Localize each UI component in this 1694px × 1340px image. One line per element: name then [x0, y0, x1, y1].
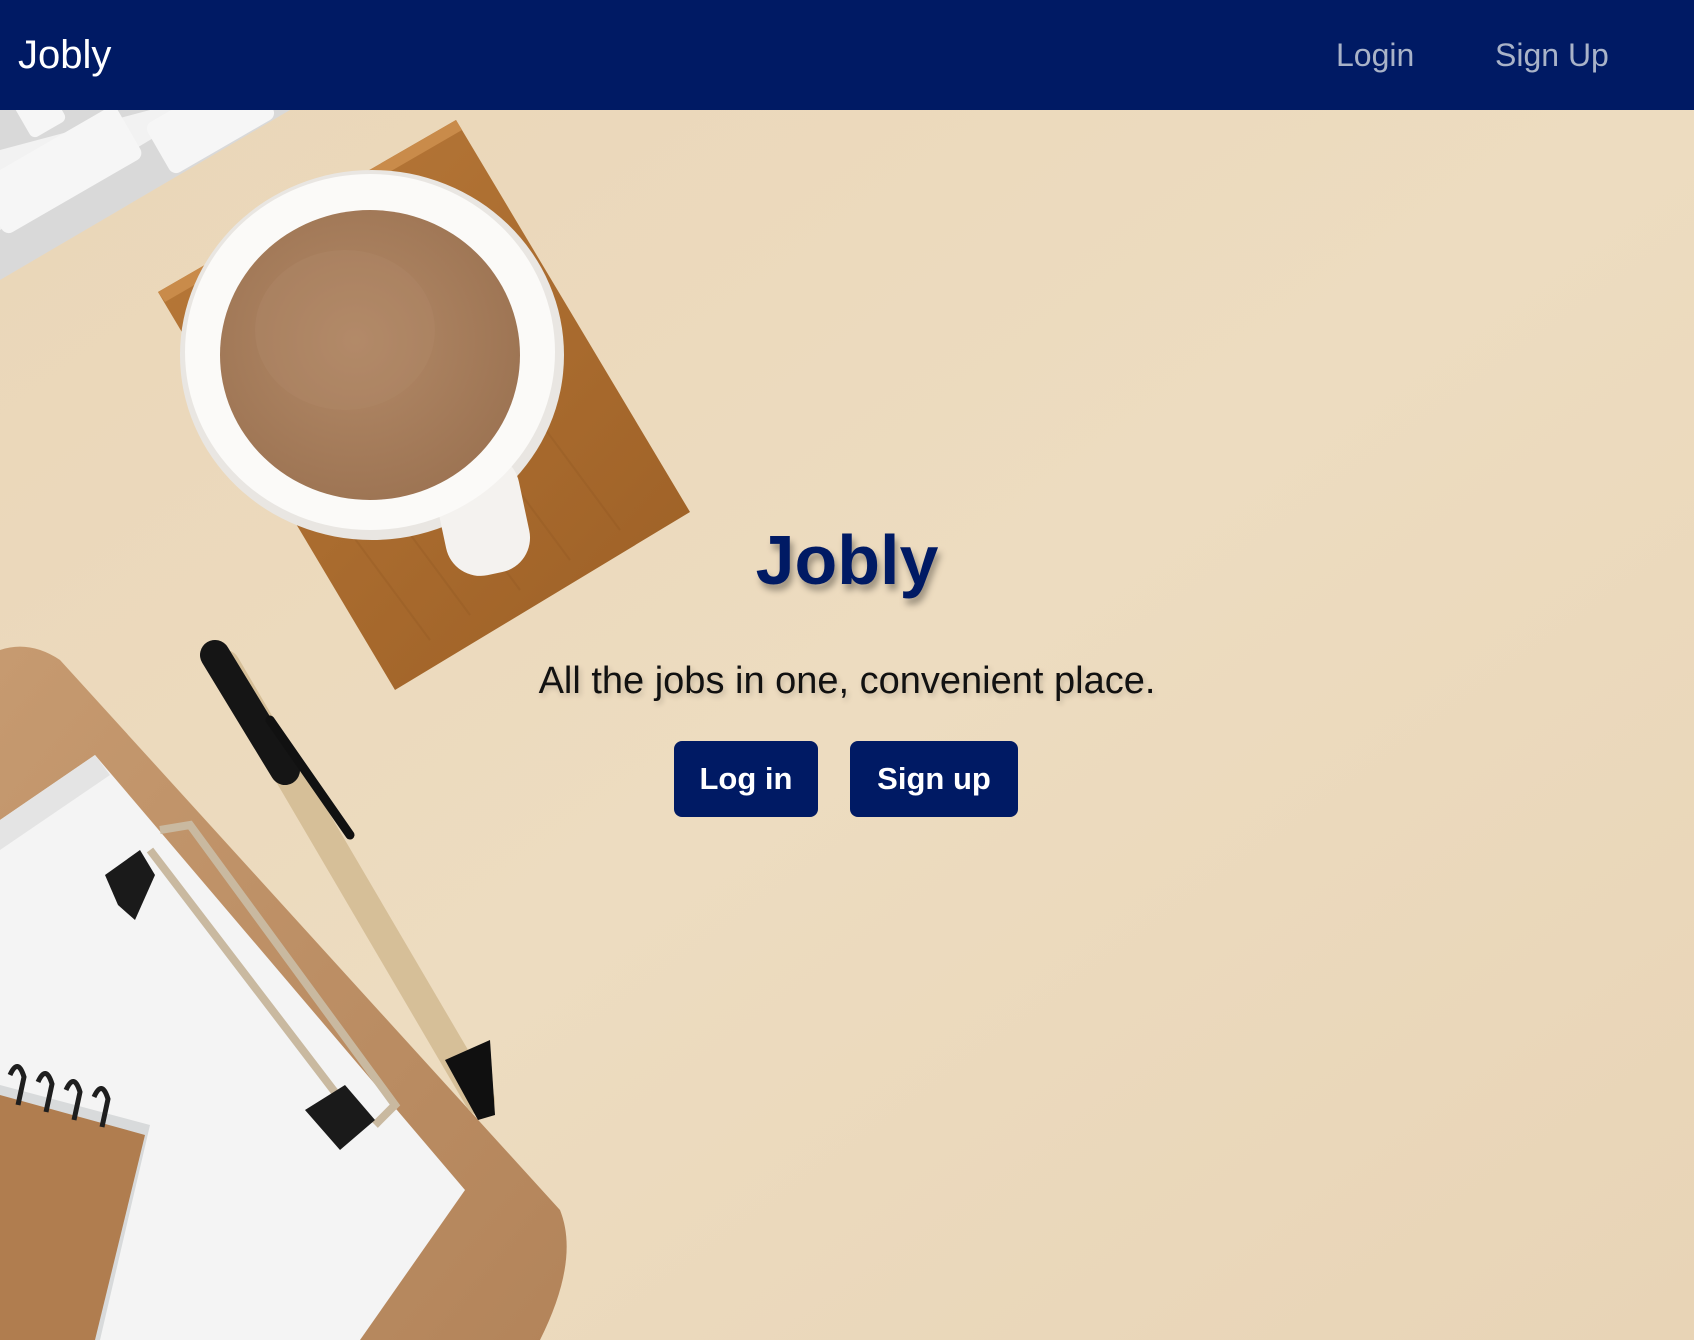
hero-title: Jobly: [755, 521, 939, 599]
signup-button[interactable]: Sign up: [850, 741, 1018, 817]
hero-tagline: All the jobs in one, convenient place.: [538, 660, 1156, 702]
brand-logo-link[interactable]: Jobly: [18, 30, 111, 80]
login-button[interactable]: Log in: [674, 741, 818, 817]
nav-signup-link[interactable]: Sign Up: [1495, 34, 1609, 76]
nav-login-link[interactable]: Login: [1336, 34, 1414, 76]
hero-background-photo: [0, 110, 1694, 1340]
landing-page: Jobly Login Sign Up Jobly All the jobs i…: [0, 0, 1694, 1340]
top-navbar: Jobly Login Sign Up: [0, 0, 1694, 110]
